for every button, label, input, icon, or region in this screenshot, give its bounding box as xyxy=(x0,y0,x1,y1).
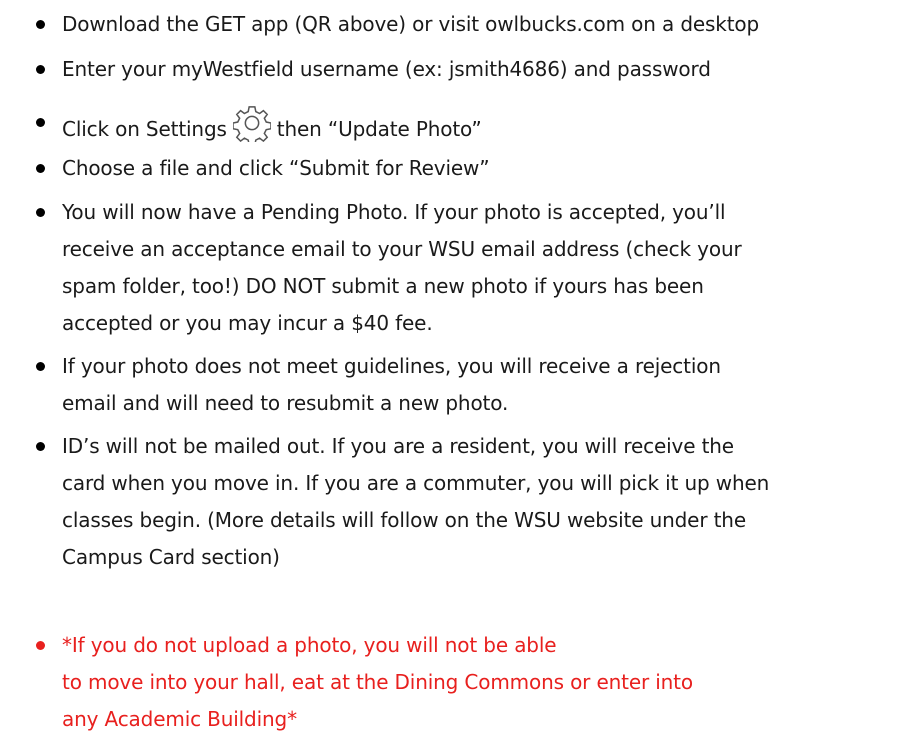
warning-text: to move into your hall, eat at the Dinin… xyxy=(62,670,693,694)
bullet-icon xyxy=(36,65,45,74)
list-item-text: Download the GET app (QR above) or visit… xyxy=(62,12,760,36)
bullet-icon xyxy=(36,118,45,127)
list-item-text: ID’s will not be mailed out. If you are … xyxy=(62,434,734,458)
instructions-document: Download the GET app (QR above) or visit… xyxy=(0,0,911,754)
list-item-text: Choose a file and click “Submit for Revi… xyxy=(62,156,490,180)
settings-text-before: Click on Settings xyxy=(62,117,227,141)
list-item-text: You will now have a Pending Photo. If yo… xyxy=(62,200,726,224)
bullet-icon xyxy=(36,641,45,650)
warning-text: *If you do not upload a photo, you will … xyxy=(62,633,557,657)
list-item-text: email and will need to resubmit a new ph… xyxy=(62,391,509,415)
list-item-text: card when you move in. If you are a comm… xyxy=(62,471,770,495)
list-item-text: If your photo does not meet guidelines, … xyxy=(62,354,721,378)
gear-icon xyxy=(232,106,271,142)
warning-text: any Academic Building* xyxy=(62,707,297,731)
list-item-text: receive an acceptance email to your WSU … xyxy=(62,237,742,261)
bullet-icon xyxy=(36,442,45,451)
bullet-icon xyxy=(36,208,45,217)
bullet-icon xyxy=(36,362,45,371)
list-item-text: classes begin. (More details will follow… xyxy=(62,508,746,532)
list-item-text: accepted or you may incur a $40 fee. xyxy=(62,311,433,335)
list-item-text: spam folder, too!) DO NOT submit a new p… xyxy=(62,274,704,298)
list-item-text: Enter your myWestfield username (ex: jsm… xyxy=(62,57,711,81)
settings-text-after: then “Update Photo” xyxy=(276,117,482,141)
bullet-icon xyxy=(36,164,45,173)
list-item-text: Campus Card section) xyxy=(62,545,280,569)
bullet-icon xyxy=(36,20,45,29)
